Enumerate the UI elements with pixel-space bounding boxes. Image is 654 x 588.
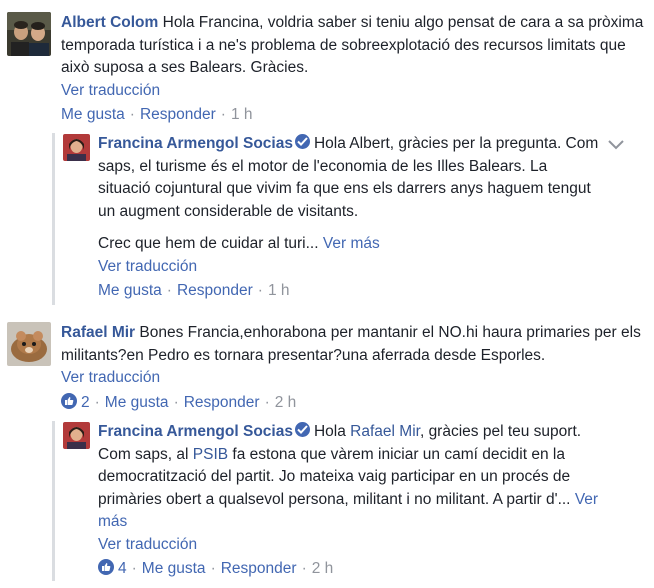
timestamp[interactable]: 1 h: [231, 106, 253, 123]
author-name[interactable]: Francina Armengol Socias: [98, 135, 293, 152]
comment-body-albert: Albert Colom Hola Francina, voldria sabe…: [61, 12, 646, 126]
mention-link[interactable]: Rafael Mir: [350, 423, 420, 440]
comment-options-chevron[interactable]: [608, 137, 624, 155]
timestamp[interactable]: 1 h: [268, 282, 290, 299]
timestamp[interactable]: 2 h: [275, 394, 297, 411]
chevron-down-icon: [608, 140, 624, 150]
like-button[interactable]: Me gusta: [105, 394, 169, 411]
reply-button[interactable]: Responder: [184, 394, 260, 411]
reply-thread-line: [52, 133, 55, 305]
avatar-albert-colom[interactable]: [7, 12, 51, 56]
reply-button[interactable]: Responder: [177, 282, 253, 299]
comment-actions: 4 · Me gusta · Responder · 2 h: [98, 557, 613, 580]
see-translation-link[interactable]: Ver traducción: [98, 534, 613, 557]
timestamp[interactable]: 2 h: [312, 560, 334, 577]
see-translation-link[interactable]: Ver traducción: [98, 256, 603, 279]
see-translation-link[interactable]: Ver traducción: [61, 80, 646, 103]
comment-actions: Me gusta · Responder · 1 h: [61, 106, 253, 123]
comment-body-rafael: Rafael Mir Bones Francia,enhorabona per …: [61, 322, 646, 414]
reply-body-francina-1: Francina Armengol Socias Hola Albert, grà…: [98, 133, 603, 302]
like-thumb-icon: [61, 392, 77, 409]
see-translation-link[interactable]: Ver traducción: [61, 367, 646, 390]
reply-thread-line: [52, 421, 55, 581]
reaction-count[interactable]: 2: [61, 392, 90, 411]
reply-button[interactable]: Responder: [221, 560, 297, 577]
reply-body-francina-2: Francina Armengol Socias Hola Rafael Mir,…: [98, 421, 613, 580]
avatar-francina[interactable]: [63, 134, 90, 161]
comment-actions: 2 · Me gusta · Responder · 2 h: [61, 391, 646, 414]
see-more-link[interactable]: Ver más: [323, 235, 380, 252]
like-button[interactable]: Me gusta: [142, 560, 206, 577]
author-name[interactable]: Francina Armengol Socias: [98, 423, 293, 440]
like-button[interactable]: Me gusta: [98, 282, 162, 299]
reaction-count[interactable]: 4: [98, 559, 127, 577]
reply-button[interactable]: Responder: [140, 106, 216, 123]
author-name[interactable]: Rafael Mir: [61, 324, 135, 341]
verified-badge-icon: [294, 134, 310, 149]
like-thumb-icon: [98, 559, 114, 575]
avatar-francina[interactable]: [63, 422, 90, 449]
verified-badge-icon: [294, 422, 310, 437]
comment-text: Bones Francia,enhorabona per mantanir el…: [61, 324, 641, 364]
comment-text-continued: Crec que hem de cuidar al turi...: [98, 235, 319, 252]
comment-actions: Me gusta · Responder · 1 h: [98, 282, 290, 299]
avatar-rafael-mir[interactable]: [7, 322, 51, 366]
page-tag-link[interactable]: PSIB: [193, 446, 228, 463]
like-button[interactable]: Me gusta: [61, 106, 125, 123]
comment-text: Hola: [313, 423, 346, 440]
author-name[interactable]: Albert Colom: [61, 14, 158, 31]
